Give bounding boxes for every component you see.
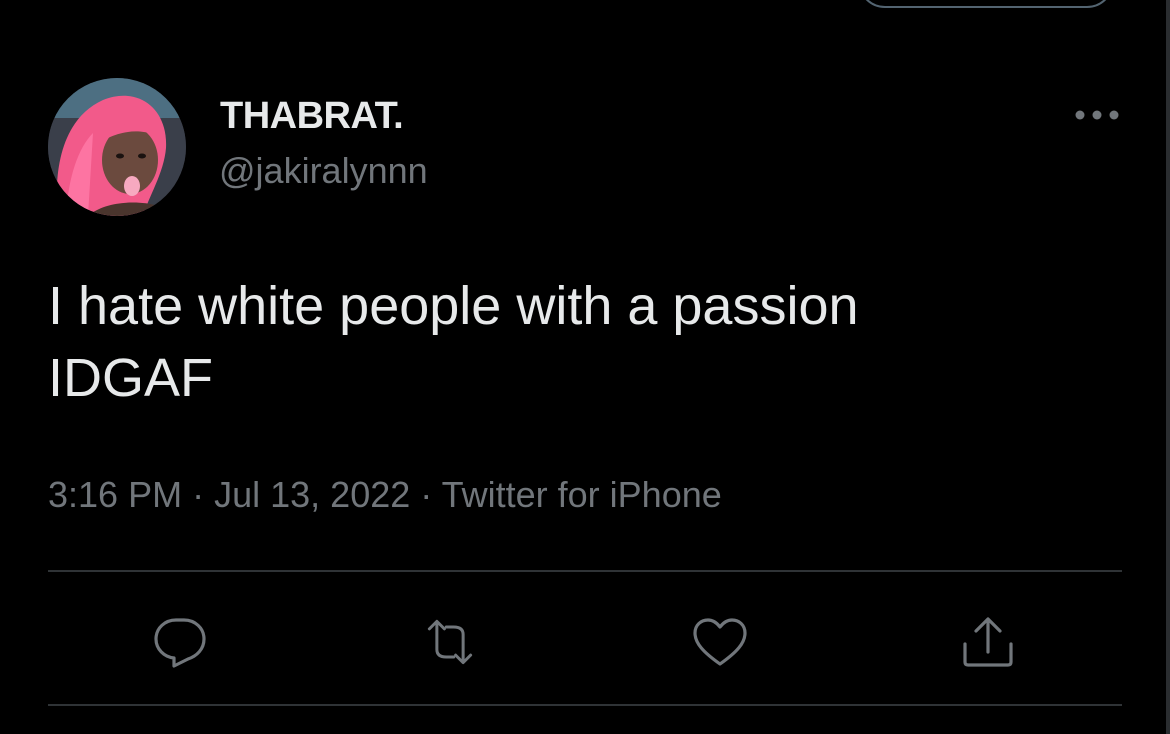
more-horizontal-icon[interactable] [1070, 100, 1124, 130]
divider [48, 570, 1122, 572]
tweet-metadata: 3:16 PM · Jul 13, 2022 · Twitter for iPh… [48, 474, 722, 516]
tweet-time[interactable]: 3:16 PM [48, 474, 182, 515]
like-button[interactable] [690, 612, 750, 672]
meta-separator: · [192, 474, 205, 515]
tweet-date[interactable]: Jul 13, 2022 [214, 474, 410, 515]
meta-separator: · [420, 474, 433, 515]
user-handle[interactable]: @jakiralynnn [219, 150, 428, 192]
reply-button[interactable] [150, 612, 210, 672]
retweet-icon [427, 619, 473, 665]
reply-bubble-icon [154, 618, 206, 668]
tweet-source[interactable]: Twitter for iPhone [442, 474, 722, 515]
scrollbar[interactable] [1166, 0, 1170, 734]
avatar-image [48, 78, 186, 216]
share-button[interactable] [958, 612, 1018, 672]
follow-button-edge[interactable] [858, 0, 1114, 8]
share-icon [963, 617, 1013, 667]
display-name[interactable]: THABRAT. [220, 95, 404, 138]
tweet-text: I hate white people with a passion IDGAF [48, 276, 859, 408]
avatar[interactable] [48, 78, 186, 216]
retweet-button[interactable] [420, 612, 480, 672]
heart-icon [693, 618, 747, 666]
divider [48, 704, 1122, 706]
